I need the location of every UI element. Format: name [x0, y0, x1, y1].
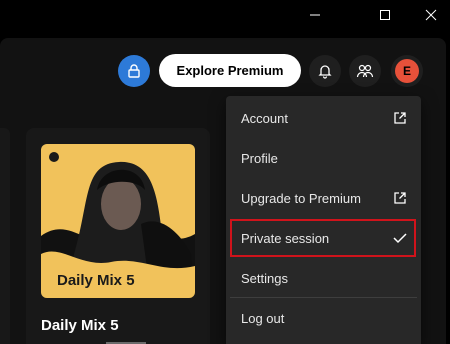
title-bar [0, 0, 450, 30]
playlist-card[interactable]: Daily Mix 5 Daily Mix 5 [26, 128, 210, 344]
external-link-icon [394, 112, 406, 124]
menu-item-account[interactable]: Account [230, 98, 417, 138]
lock-icon [128, 64, 140, 78]
highlight-box [230, 219, 416, 257]
external-link-icon [394, 192, 406, 204]
menu-item-label: Upgrade to Premium [241, 190, 361, 206]
minimize-icon [310, 14, 320, 16]
notifications-button[interactable] [309, 55, 341, 87]
playlist-cover: Daily Mix 5 [41, 144, 195, 298]
explore-premium-button[interactable]: Explore Premium [159, 54, 301, 87]
lock-button[interactable] [118, 55, 150, 87]
maximize-icon [380, 10, 390, 20]
avatar: E [395, 59, 419, 83]
partial-card[interactable] [0, 128, 10, 344]
spotify-logo-icon [49, 152, 59, 162]
menu-item-label: Settings [241, 270, 288, 286]
friend-activity-button[interactable] [349, 55, 381, 87]
menu-item-upgrade[interactable]: Upgrade to Premium [230, 178, 417, 218]
menu-item-label: Log out [241, 310, 285, 326]
close-icon [425, 9, 437, 21]
cover-title: Daily Mix 5 [57, 272, 135, 289]
card-title: Daily Mix 5 [41, 317, 119, 334]
close-button[interactable] [408, 0, 450, 30]
menu-item-label: Account [241, 110, 288, 126]
menu-item-log-out[interactable]: Log out [230, 298, 417, 338]
profile-menu-button[interactable]: E [391, 55, 423, 87]
menu-item-label: Profile [241, 150, 278, 166]
bell-icon [318, 65, 332, 79]
menu-item-profile[interactable]: Profile [230, 138, 417, 178]
minimize-button[interactable] [292, 0, 338, 30]
maximize-button[interactable] [362, 0, 408, 30]
friends-icon [356, 64, 374, 78]
menu-item-settings[interactable]: Settings [230, 258, 417, 298]
